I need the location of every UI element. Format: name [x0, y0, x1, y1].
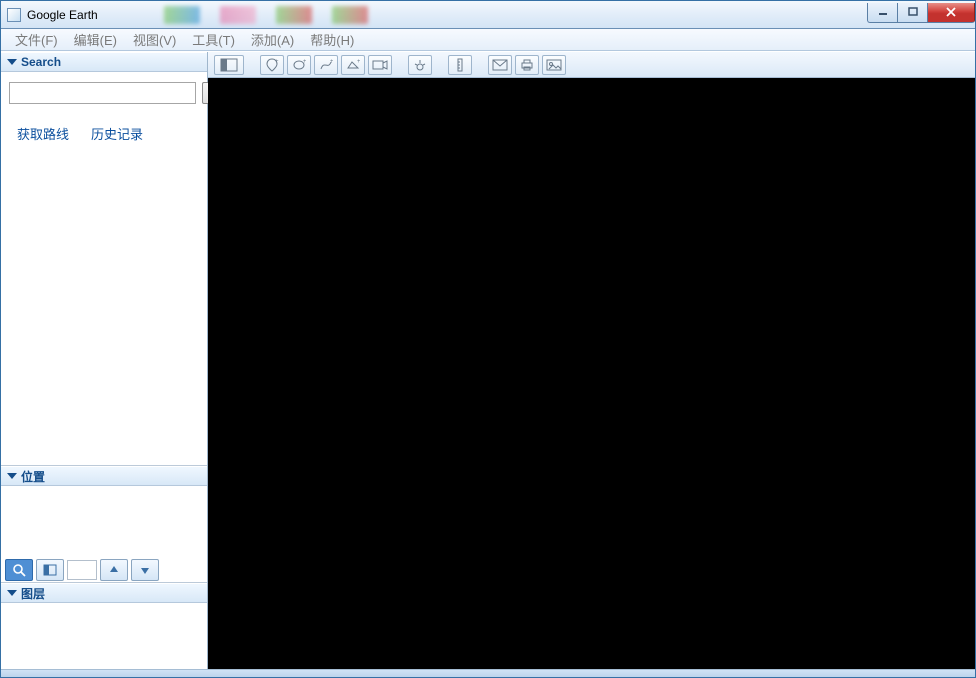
svg-text:+: +: [357, 59, 360, 65]
collapse-icon: [7, 590, 17, 596]
arrow-up-icon: [108, 564, 120, 576]
layers-panel-header[interactable]: 图层: [1, 583, 207, 603]
app-icon: [7, 8, 21, 22]
placemark-icon: +: [265, 58, 279, 72]
window-controls: [867, 3, 975, 23]
layers-body: [1, 603, 207, 669]
image-overlay-icon: +: [346, 58, 360, 72]
menu-add[interactable]: 添加(A): [243, 27, 302, 52]
polygon-icon: +: [292, 58, 306, 72]
search-panel-header[interactable]: Search: [1, 52, 207, 72]
layers-panel-title: 图层: [21, 585, 45, 602]
email-icon: [492, 59, 508, 71]
collapse-icon: [7, 473, 17, 479]
window-border-bottom: [1, 669, 975, 677]
sidebar: Search 搜索 获取路线 历史记录 位置: [1, 52, 208, 669]
save-image-icon: [546, 59, 562, 71]
minimize-icon: [878, 7, 888, 17]
print-button[interactable]: [515, 55, 539, 75]
menu-tools[interactable]: 工具(T): [184, 27, 243, 52]
places-panel-title: 位置: [21, 468, 45, 485]
places-tools: [1, 558, 207, 582]
maximize-button[interactable]: [897, 3, 927, 23]
get-directions-link[interactable]: 获取路线: [17, 124, 69, 143]
svg-text:+: +: [275, 59, 279, 65]
sidebar-toggle-icon: [220, 58, 238, 72]
add-path-button[interactable]: +: [314, 55, 338, 75]
titlebar: Google Earth: [1, 1, 975, 29]
search-panel-title: Search: [21, 55, 61, 69]
arrow-down-icon: [139, 564, 151, 576]
places-search-button[interactable]: [5, 559, 33, 581]
menubar: 文件(F) 编辑(E) 视图(V) 工具(T) 添加(A) 帮助(H): [1, 29, 975, 51]
search-body: 搜索 获取路线 历史记录: [1, 72, 207, 145]
save-image-button[interactable]: [542, 55, 566, 75]
app-window: Google Earth 文件(F) 编辑(E) 视图(V) 工具(T): [0, 0, 976, 678]
history-link[interactable]: 历史记录: [91, 124, 143, 143]
search-panel: Search 搜索 获取路线 历史记录: [1, 52, 207, 466]
window-title: Google Earth: [27, 8, 98, 22]
magnifier-icon: [12, 563, 26, 577]
close-icon: [945, 7, 957, 17]
aero-peek-blur: [164, 6, 368, 24]
collapse-icon: [7, 59, 17, 65]
record-tour-button[interactable]: [368, 55, 392, 75]
sidebar-toggle-button[interactable]: [214, 55, 244, 75]
svg-text:+: +: [330, 59, 333, 65]
search-links: 获取路线 历史记录: [17, 124, 191, 143]
email-button[interactable]: [488, 55, 512, 75]
panel-icon: [43, 563, 57, 577]
minimize-button[interactable]: [867, 3, 897, 23]
print-icon: [520, 58, 534, 72]
menu-view[interactable]: 视图(V): [125, 27, 184, 52]
sun-icon: [413, 58, 427, 72]
svg-text:+: +: [303, 59, 306, 65]
close-button[interactable]: [927, 3, 975, 23]
search-row: 搜索: [9, 82, 199, 104]
move-up-button[interactable]: [100, 559, 128, 581]
layers-panel: 图层: [1, 583, 207, 669]
places-body: [1, 486, 207, 558]
menu-file[interactable]: 文件(F): [7, 27, 66, 52]
add-placemark-button[interactable]: +: [260, 55, 284, 75]
titlebar-left: Google Earth: [7, 6, 368, 24]
search-input[interactable]: [9, 82, 196, 104]
content-area: Search 搜索 获取路线 历史记录 位置: [1, 51, 975, 669]
ruler-button[interactable]: [448, 55, 472, 75]
main-toolbar: + + + +: [208, 52, 975, 78]
add-image-overlay-button[interactable]: +: [341, 55, 365, 75]
earth-viewport[interactable]: [208, 78, 975, 669]
sunlight-button[interactable]: [408, 55, 432, 75]
menu-edit[interactable]: 编辑(E): [66, 27, 125, 52]
main-area: + + + +: [208, 52, 975, 669]
opacity-slider[interactable]: [67, 560, 97, 580]
maximize-icon: [908, 7, 918, 17]
menu-help[interactable]: 帮助(H): [302, 27, 362, 52]
record-tour-icon: [372, 58, 388, 72]
path-icon: +: [319, 58, 333, 72]
add-polygon-button[interactable]: +: [287, 55, 311, 75]
move-down-button[interactable]: [131, 559, 159, 581]
ruler-icon: [454, 58, 466, 72]
places-panel: 位置: [1, 466, 207, 583]
places-panel-header[interactable]: 位置: [1, 466, 207, 486]
places-panel-toggle-button[interactable]: [36, 559, 64, 581]
